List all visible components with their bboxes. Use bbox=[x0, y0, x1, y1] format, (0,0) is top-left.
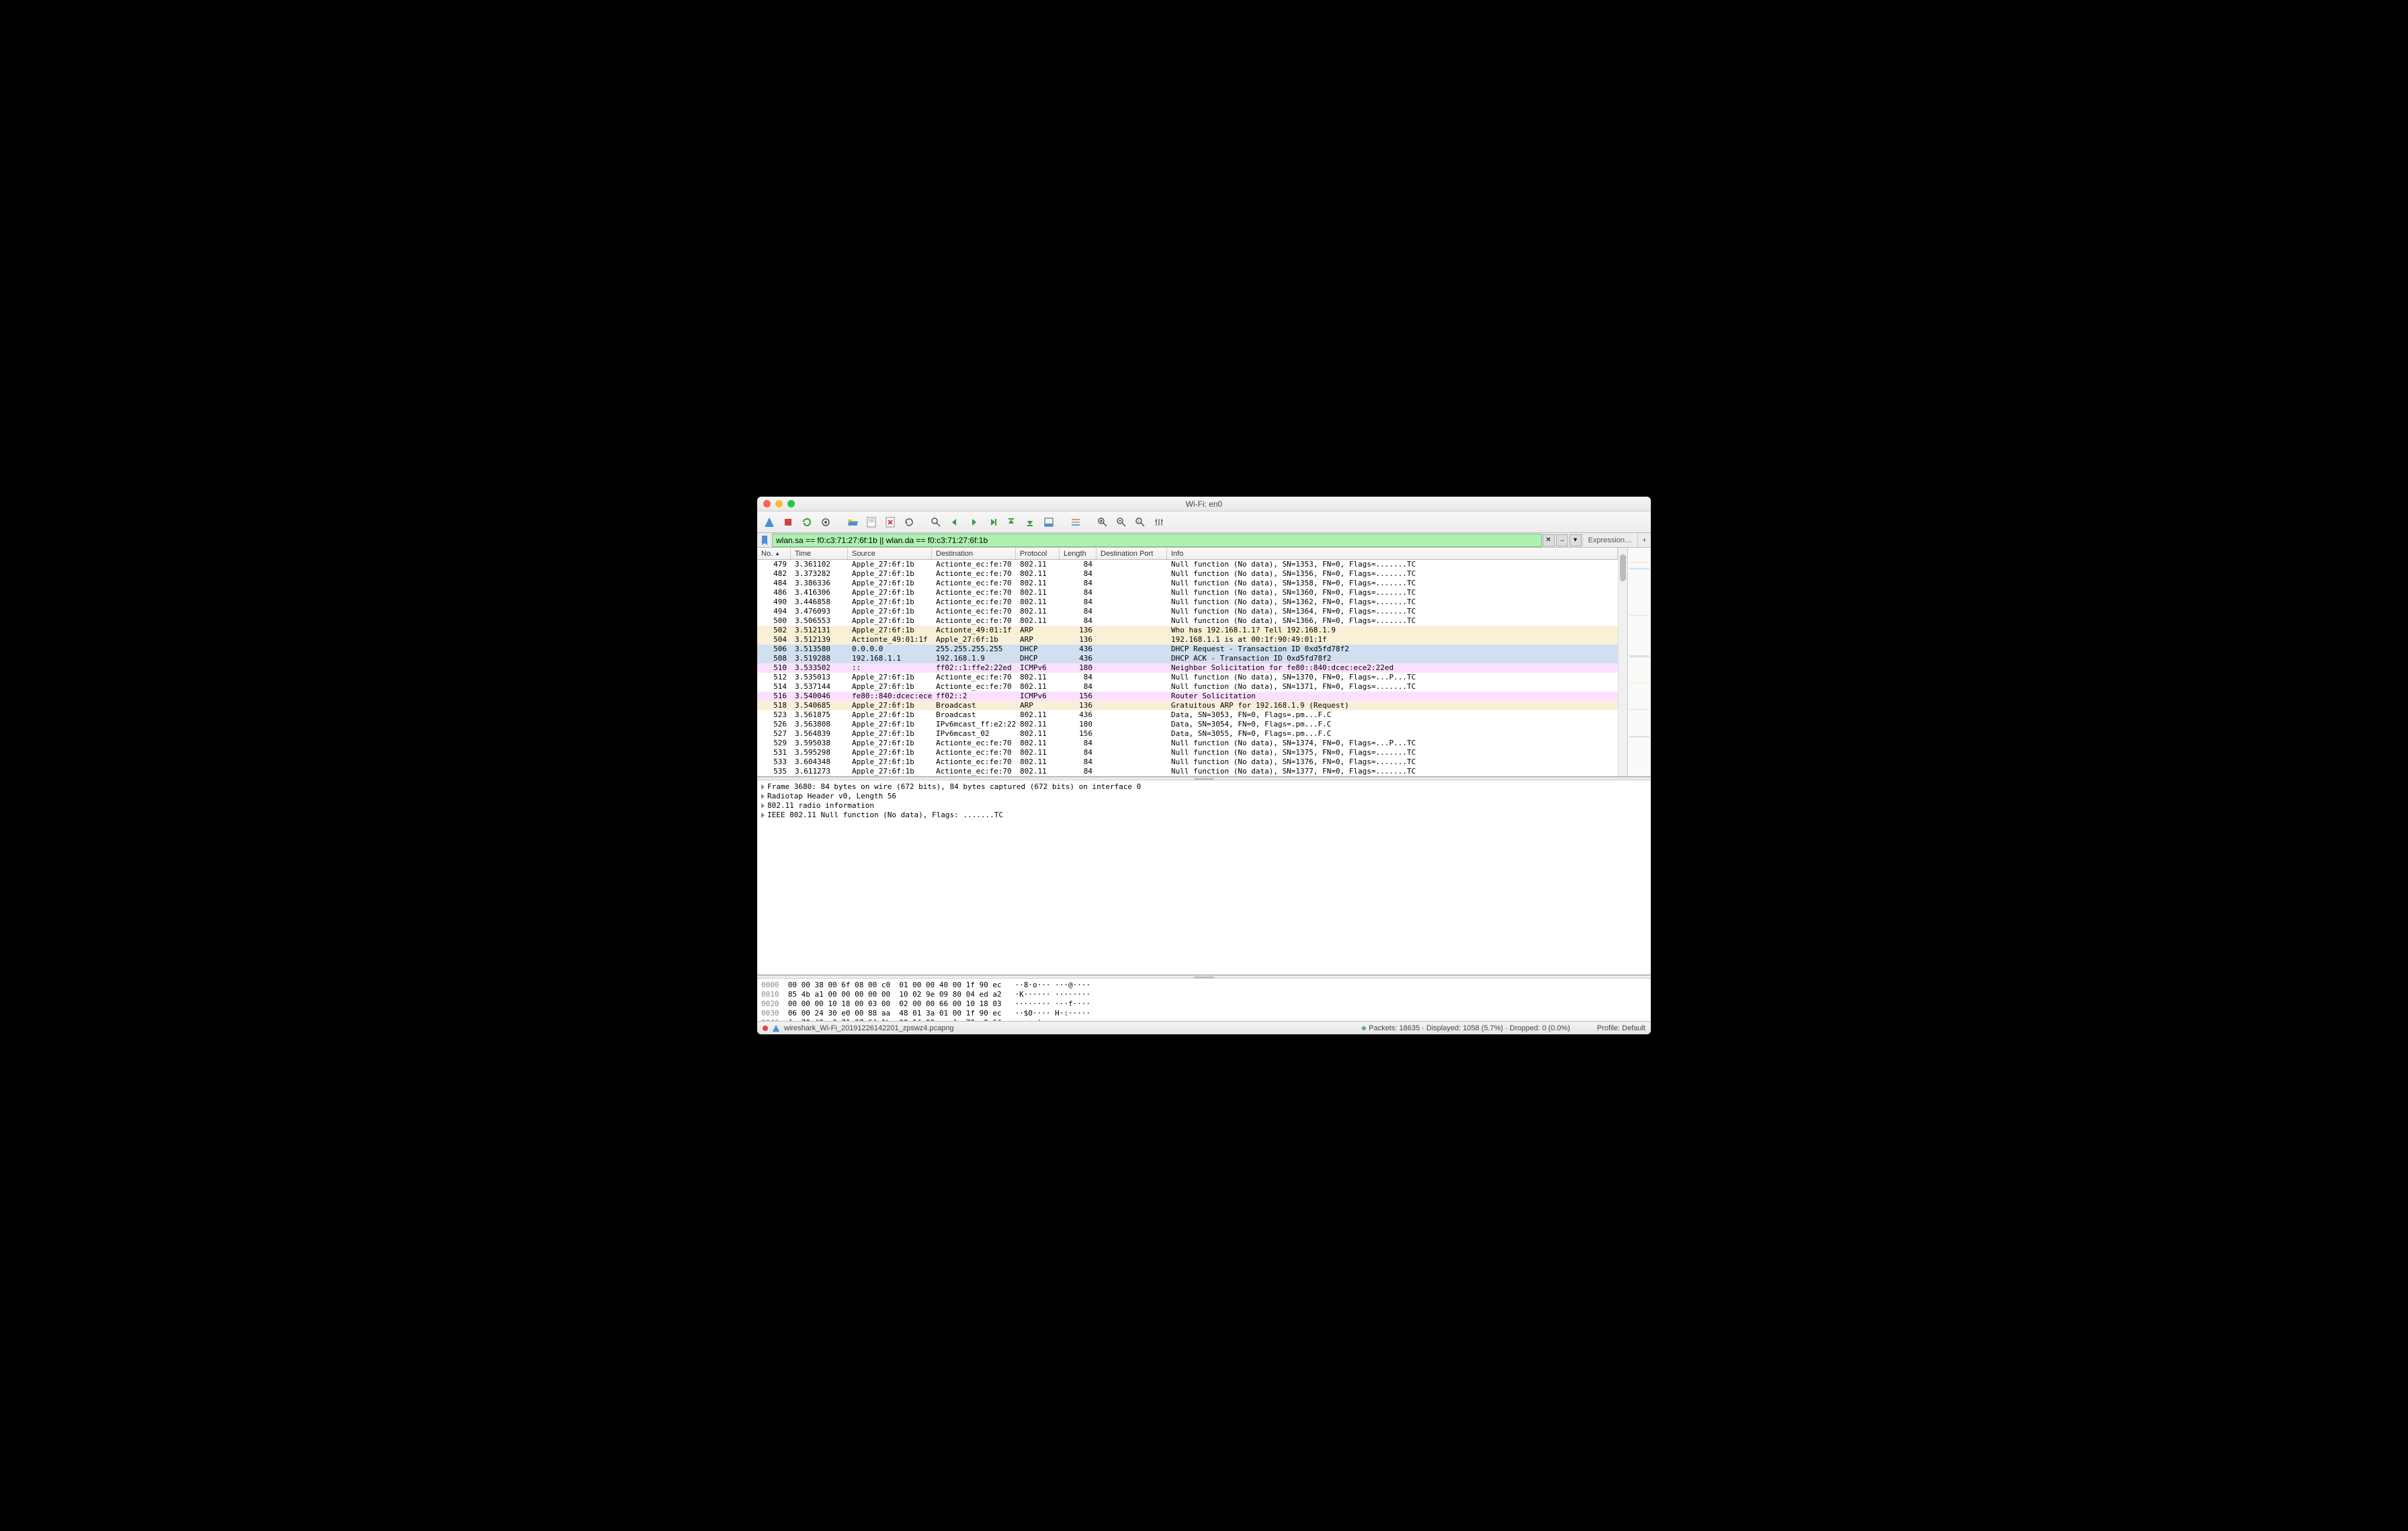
table-row[interactable]: 5103.533502::ff02::1:ffe2:22edICMPv6180N… bbox=[757, 663, 1618, 673]
expand-tri-icon[interactable] bbox=[761, 803, 765, 809]
packet-list-scrollbar[interactable] bbox=[1618, 548, 1627, 776]
find-packet-button[interactable] bbox=[928, 514, 944, 530]
add-filter-button[interactable]: + bbox=[1637, 533, 1651, 547]
table-row[interactable]: 4793.361102Apple_27:6f:1bActionte_ec:fe:… bbox=[757, 560, 1618, 569]
go-first-button[interactable] bbox=[1003, 514, 1019, 530]
status-file-name[interactable]: wireshark_Wi-Fi_20191226142201_zpswz4.pc… bbox=[784, 1024, 954, 1032]
packet-list-pane: No.▲ Time Source Destination Protocol Le… bbox=[757, 548, 1651, 777]
window-title: Wi-Fi: en0 bbox=[757, 499, 1651, 509]
table-row[interactable]: 5143.537144Apple_27:6f:1bActionte_ec:fe:… bbox=[757, 682, 1618, 692]
auto-scroll-button[interactable] bbox=[1041, 514, 1057, 530]
table-row[interactable]: 4843.386336Apple_27:6f:1bActionte_ec:fe:… bbox=[757, 579, 1618, 588]
table-row[interactable]: 5233.561875Apple_27:6f:1bBroadcast802.11… bbox=[757, 710, 1618, 720]
packet-details-pane[interactable]: Frame 3680: 84 bytes on wire (672 bits),… bbox=[757, 780, 1651, 975]
table-row[interactable]: 5063.5135800.0.0.0255.255.255.255DHCP436… bbox=[757, 645, 1618, 654]
open-file-button[interactable] bbox=[845, 514, 861, 530]
table-row[interactable]: 5263.563808Apple_27:6f:1bIPv6mcast_ff:e2… bbox=[757, 720, 1618, 729]
bookmark-filter-icon[interactable] bbox=[757, 536, 772, 545]
detail-tree-item[interactable]: IEEE 802.11 Null function (No data), Fla… bbox=[761, 811, 1647, 820]
reload-file-button[interactable] bbox=[901, 514, 917, 530]
table-row[interactable]: 5293.595038Apple_27:6f:1bActionte_ec:fe:… bbox=[757, 739, 1618, 748]
table-row[interactable]: 5043.512139Actionte_49:01:1fApple_27:6f:… bbox=[757, 635, 1618, 645]
col-header-protocol[interactable]: Protocol bbox=[1016, 548, 1060, 559]
col-header-length[interactable]: Length bbox=[1060, 548, 1096, 559]
hex-row[interactable]: 0040 fe 70 f0 c3 71 27 6f 1b 00 1f 90 ec… bbox=[761, 1018, 1647, 1021]
capture-file-icon bbox=[772, 1024, 780, 1032]
hex-row[interactable]: 0030 06 00 24 30 e0 00 88 aa 48 01 3a 01… bbox=[761, 1009, 1647, 1018]
hex-row[interactable]: 0010 85 4b a1 00 00 00 00 00 10 02 9e 09… bbox=[761, 990, 1647, 999]
table-row[interactable]: 5163.540046fe80::840:dcec:ece…ff02::2ICM… bbox=[757, 692, 1618, 701]
table-row[interactable]: 5083.519288192.168.1.1192.168.1.9DHCP436… bbox=[757, 654, 1618, 663]
splitter-1[interactable] bbox=[757, 777, 1651, 780]
col-header-dport[interactable]: Destination Port bbox=[1096, 548, 1167, 559]
go-forward-button[interactable] bbox=[965, 514, 982, 530]
status-bar: wireshark_Wi-Fi_20191226142201_zpswz4.pc… bbox=[757, 1021, 1651, 1034]
packet-bytes-pane[interactable]: 0000 00 00 38 00 6f 08 00 c0 01 00 00 40… bbox=[757, 979, 1651, 1021]
table-row[interactable]: 4903.446858Apple_27:6f:1bActionte_ec:fe:… bbox=[757, 597, 1618, 607]
col-header-no[interactable]: No.▲ bbox=[757, 548, 791, 559]
zoom-reset-button[interactable]: 1 bbox=[1132, 514, 1148, 530]
save-file-button[interactable] bbox=[863, 514, 879, 530]
table-row[interactable]: 4863.416306Apple_27:6f:1bActionte_ec:fe:… bbox=[757, 588, 1618, 597]
clear-filter-button[interactable]: ✕ bbox=[1543, 534, 1555, 546]
detail-tree-item[interactable]: Frame 3680: 84 bytes on wire (672 bits),… bbox=[761, 782, 1647, 792]
colorize-button[interactable] bbox=[1068, 514, 1084, 530]
app-window: Wi-Fi: en0 1 ✕ → ▾ Expression… + bbox=[757, 497, 1651, 1034]
detail-tree-item[interactable]: Radiotap Header v0, Length 56 bbox=[761, 792, 1647, 801]
expand-tri-icon[interactable] bbox=[761, 813, 765, 818]
restart-capture-button[interactable] bbox=[799, 514, 815, 530]
packet-minimap[interactable] bbox=[1627, 548, 1651, 776]
table-row[interactable]: 4823.373282Apple_27:6f:1bActionte_ec:fe:… bbox=[757, 569, 1618, 579]
table-row[interactable]: 5313.595298Apple_27:6f:1bActionte_ec:fe:… bbox=[757, 748, 1618, 757]
col-header-source[interactable]: Source bbox=[848, 548, 932, 559]
col-header-time[interactable]: Time bbox=[791, 548, 848, 559]
stop-capture-button[interactable] bbox=[780, 514, 796, 530]
expression-button[interactable]: Expression… bbox=[1582, 533, 1637, 547]
expert-info-indicator[interactable] bbox=[763, 1026, 768, 1031]
svg-text:1: 1 bbox=[1137, 520, 1140, 524]
detail-tree-item[interactable]: 802.11 radio information bbox=[761, 801, 1647, 811]
main-toolbar: 1 bbox=[757, 511, 1651, 533]
close-file-button[interactable] bbox=[882, 514, 898, 530]
table-row[interactable]: 5123.535013Apple_27:6f:1bActionte_ec:fe:… bbox=[757, 673, 1618, 682]
packet-table[interactable]: No.▲ Time Source Destination Protocol Le… bbox=[757, 548, 1618, 776]
zoom-out-button[interactable] bbox=[1113, 514, 1129, 530]
titlebar: Wi-Fi: en0 bbox=[757, 497, 1651, 511]
recent-filter-button[interactable]: ▾ bbox=[1570, 534, 1582, 546]
status-dot-icon bbox=[1362, 1026, 1366, 1030]
expand-tri-icon[interactable] bbox=[761, 784, 765, 790]
status-profile[interactable]: Profile: Default bbox=[1597, 1024, 1645, 1032]
table-row[interactable]: 5003.506553Apple_27:6f:1bActionte_ec:fe:… bbox=[757, 616, 1618, 626]
filter-bar: ✕ → ▾ Expression… + bbox=[757, 533, 1651, 548]
table-row[interactable]: 5273.564839Apple_27:6f:1bIPv6mcast_02802… bbox=[757, 729, 1618, 739]
zoom-in-button[interactable] bbox=[1094, 514, 1111, 530]
display-filter-input[interactable] bbox=[772, 534, 1542, 547]
packet-table-header: No.▲ Time Source Destination Protocol Le… bbox=[757, 548, 1618, 560]
col-header-destination[interactable]: Destination bbox=[932, 548, 1016, 559]
hex-row[interactable]: 0020 00 00 00 10 18 00 03 00 02 00 00 66… bbox=[761, 999, 1647, 1009]
table-row[interactable]: 5183.540685Apple_27:6f:1bBroadcastARP136… bbox=[757, 701, 1618, 710]
table-row[interactable]: 5333.604348Apple_27:6f:1bActionte_ec:fe:… bbox=[757, 757, 1618, 767]
go-to-packet-button[interactable] bbox=[984, 514, 1000, 530]
table-row[interactable]: 5353.611273Apple_27:6f:1bActionte_ec:fe:… bbox=[757, 767, 1618, 776]
table-row[interactable]: 4943.476093Apple_27:6f:1bActionte_ec:fe:… bbox=[757, 607, 1618, 616]
resize-columns-button[interactable] bbox=[1151, 514, 1167, 530]
capture-options-button[interactable] bbox=[818, 514, 834, 530]
apply-filter-button[interactable]: → bbox=[1556, 534, 1568, 546]
go-back-button[interactable] bbox=[947, 514, 963, 530]
start-capture-button[interactable] bbox=[761, 514, 777, 530]
expand-tri-icon[interactable] bbox=[761, 794, 765, 799]
status-packet-counts[interactable]: Packets: 18635 · Displayed: 1058 (5.7%) … bbox=[1369, 1024, 1570, 1032]
table-row[interactable]: 5023.512131Apple_27:6f:1bActionte_49:01:… bbox=[757, 626, 1618, 635]
col-header-info[interactable]: Info bbox=[1167, 548, 1618, 559]
go-last-button[interactable] bbox=[1022, 514, 1038, 530]
hex-row[interactable]: 0000 00 00 38 00 6f 08 00 c0 01 00 00 40… bbox=[761, 981, 1647, 990]
